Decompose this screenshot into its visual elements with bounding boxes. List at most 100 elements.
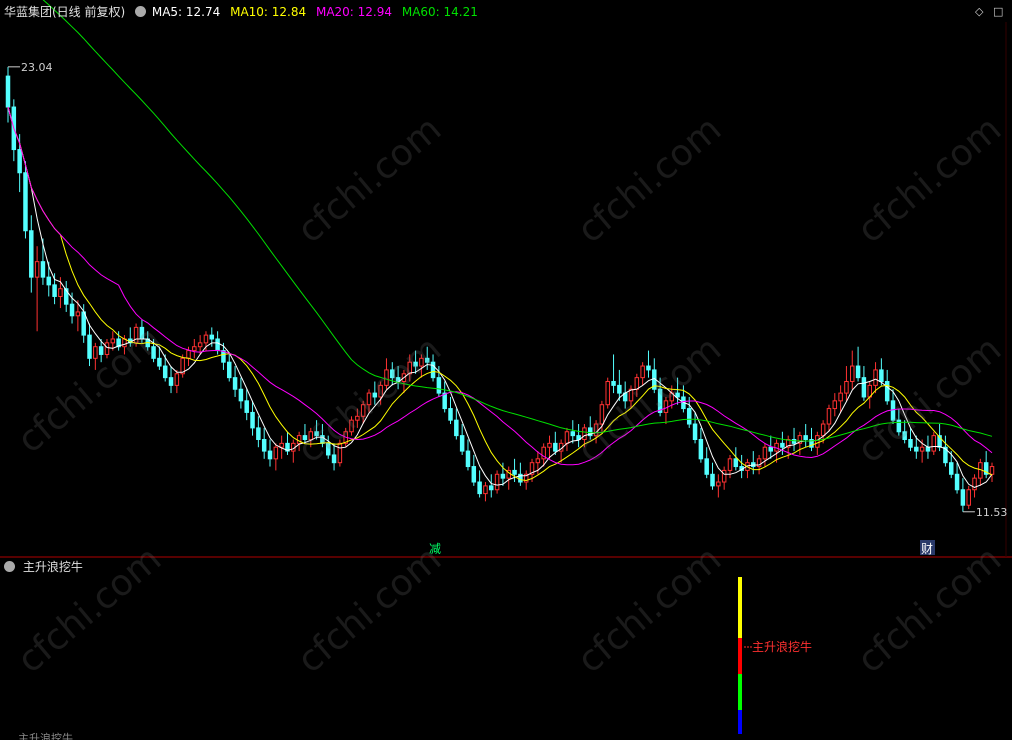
candle-body xyxy=(17,149,22,174)
high-price-label: 23.04 xyxy=(21,61,53,74)
candle-body xyxy=(733,458,739,468)
candle-body xyxy=(465,450,471,468)
candle-body xyxy=(5,75,11,108)
candle-body xyxy=(902,431,907,440)
candle-body xyxy=(279,442,284,448)
candle-body xyxy=(238,388,244,402)
candle-body xyxy=(430,361,436,379)
candle-body xyxy=(954,473,960,491)
indicator-header: 主升浪挖牛 xyxy=(4,560,83,574)
diamond-icon[interactable]: ◇ xyxy=(975,6,983,18)
candle-body xyxy=(98,346,104,355)
candle-body xyxy=(424,357,430,363)
candle-body xyxy=(454,419,459,437)
candle-body xyxy=(966,489,971,506)
candle-body xyxy=(273,446,279,460)
candle-body xyxy=(203,334,209,344)
candle-body xyxy=(209,334,215,340)
ma10-label: MA10: 12.84 xyxy=(230,5,307,19)
candle-body xyxy=(46,276,52,286)
candle-body xyxy=(721,469,727,483)
candle-body xyxy=(861,377,867,398)
candle-body xyxy=(948,462,954,475)
candle-body xyxy=(780,442,785,448)
candle-body xyxy=(93,346,98,359)
candle-body xyxy=(890,400,896,421)
chart-header: 华蓝集团(日线 前复权) MA5: 12.74 MA10: 12.84 MA20… xyxy=(4,5,478,19)
candle-body xyxy=(925,446,931,452)
candle-body xyxy=(215,338,220,352)
candle-body xyxy=(40,261,46,278)
candle-body xyxy=(494,473,500,491)
candle-body xyxy=(471,466,477,483)
candle-body xyxy=(960,489,966,506)
candle-body xyxy=(582,427,587,440)
candle-body xyxy=(104,342,110,355)
candle-body xyxy=(23,172,28,232)
candle-body xyxy=(599,404,605,425)
candle-body xyxy=(716,481,721,487)
signal-bar-segment xyxy=(738,674,742,710)
candle-body xyxy=(29,230,34,278)
candle-body xyxy=(489,485,494,491)
settings-icon[interactable] xyxy=(135,6,147,17)
candle-body xyxy=(186,350,191,359)
candle-body xyxy=(227,361,232,379)
ma20-label: MA20: 12.94 xyxy=(315,5,393,19)
candle-body xyxy=(570,431,576,437)
candle-body xyxy=(855,365,861,379)
candle-body xyxy=(302,435,308,440)
candle-body xyxy=(663,400,669,413)
candle-body xyxy=(110,338,116,344)
candle-body xyxy=(244,400,249,413)
ma5-label: MA5: 12.74 xyxy=(151,5,221,19)
candle-body xyxy=(448,408,453,421)
candle-body xyxy=(686,408,692,425)
candle-body xyxy=(500,473,506,479)
marker-reduce: 减 xyxy=(429,542,441,556)
ma60-label: MA60: 14.21 xyxy=(401,5,478,19)
candle-body xyxy=(372,392,378,398)
candle-body xyxy=(250,411,255,429)
candle-body xyxy=(325,442,331,456)
candle-body xyxy=(267,450,273,460)
candle-body xyxy=(58,288,63,297)
candle-body xyxy=(477,481,482,495)
candle-body xyxy=(791,438,797,444)
candle-body xyxy=(87,334,92,359)
candle-body xyxy=(122,338,127,348)
candle-body xyxy=(832,400,838,410)
candle-body xyxy=(337,442,343,464)
candle-body xyxy=(605,381,610,406)
candle-body xyxy=(413,361,418,367)
candle-body xyxy=(547,442,552,448)
candle-body xyxy=(762,446,768,460)
candle-body xyxy=(390,369,395,379)
candle-body xyxy=(384,369,389,386)
maximize-icon[interactable]: □ xyxy=(993,6,1003,18)
candle-body xyxy=(698,438,704,460)
candle-body xyxy=(815,435,820,448)
candle-body xyxy=(197,342,203,348)
kline-chart[interactable]: 23.04 11.53 减 财 主升浪挖牛 xyxy=(0,0,1012,740)
candle-body xyxy=(296,435,302,444)
candle-body xyxy=(483,485,488,495)
marker-finance: 财 xyxy=(921,542,933,556)
candle-body xyxy=(407,361,412,375)
candle-body xyxy=(52,284,57,297)
candle-body xyxy=(657,388,663,413)
candle-body xyxy=(308,431,314,440)
candle-body xyxy=(157,357,162,367)
chart-title: 华蓝集团(日线 前复权) xyxy=(4,5,126,19)
candle-body xyxy=(710,473,715,487)
candle-body xyxy=(692,423,698,440)
candle-body xyxy=(879,369,884,383)
candle-body xyxy=(232,377,238,390)
candle-body xyxy=(256,427,261,440)
candle-body xyxy=(349,419,354,433)
candle-body xyxy=(873,369,878,386)
indicator-settings-icon[interactable] xyxy=(4,561,15,572)
candle-body xyxy=(459,435,465,452)
candle-body xyxy=(133,326,139,344)
candle-body xyxy=(593,423,599,437)
